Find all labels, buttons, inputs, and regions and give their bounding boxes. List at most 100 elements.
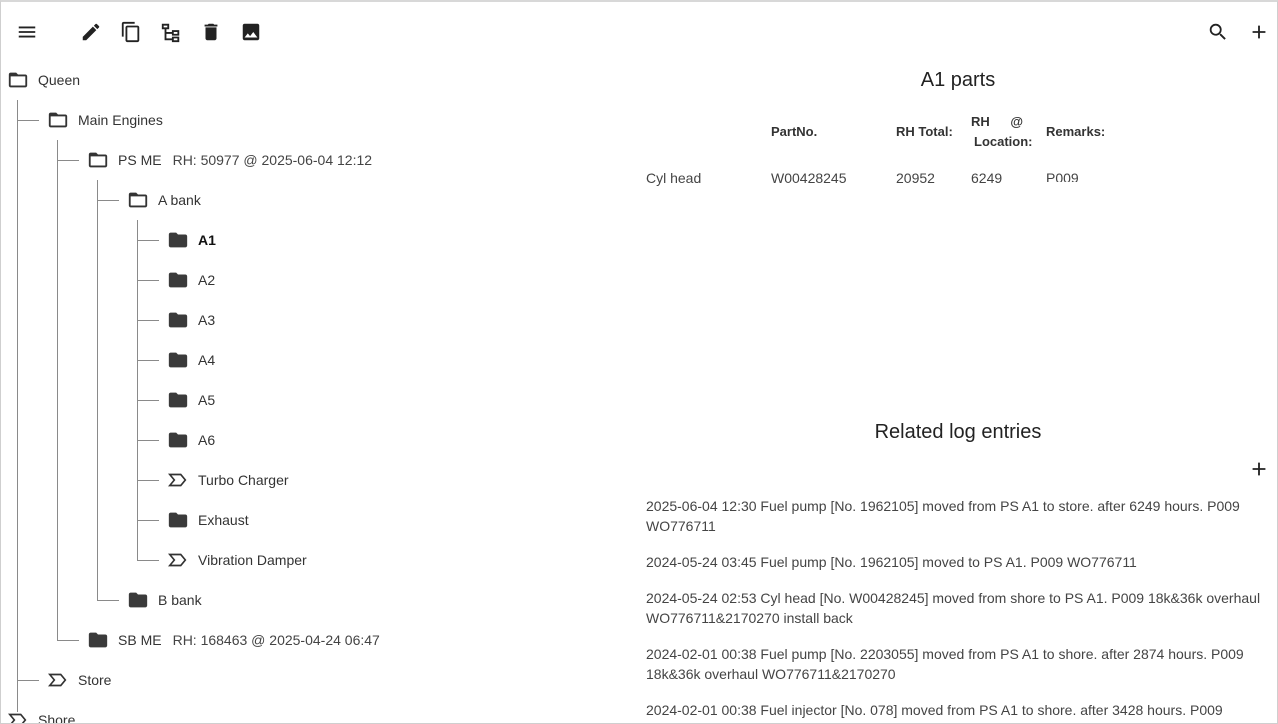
- tree-node-label: A bank: [158, 192, 201, 208]
- tree-node-store[interactable]: Store: [47, 668, 111, 692]
- folder-icon: [167, 389, 189, 411]
- label-outline-icon: [7, 709, 29, 723]
- tree-line: [57, 160, 79, 161]
- column-header-rh-text: RH: [971, 114, 990, 129]
- tree-line: [137, 400, 159, 401]
- folder-outline-icon: [127, 189, 149, 211]
- tree-node-vibration-damper[interactable]: Vibration Damper: [167, 548, 307, 572]
- column-header-remarks: Remarks:: [1046, 124, 1106, 139]
- tree-line: [17, 120, 39, 121]
- running-hours-text: RH: 50977 @ 2025-06-04 12:12: [172, 152, 373, 168]
- image-icon[interactable]: [239, 20, 263, 44]
- folder-icon: [127, 589, 149, 611]
- folder-icon: [87, 629, 109, 651]
- column-header-at-text: @: [1010, 114, 1024, 129]
- tree-line: [137, 220, 138, 560]
- folder-icon: [167, 349, 189, 371]
- tree-node-label: A3: [198, 312, 216, 328]
- remarks-cell: P009: [1046, 170, 1079, 182]
- edit-icon[interactable]: [79, 20, 103, 44]
- tree-node-label: B bank: [158, 592, 202, 608]
- tree-node-turbo-charger[interactable]: Turbo Charger: [167, 468, 289, 492]
- tree-line: [17, 680, 39, 681]
- tree-node-label: SB ME: [118, 632, 162, 648]
- tree-node-label: PS ME: [118, 152, 162, 168]
- search-icon[interactable]: [1206, 20, 1230, 44]
- tree-node-sb-me[interactable]: SB ME RH: 168463 @ 2025-04-24 06:47: [87, 628, 380, 652]
- tree-node-b-bank[interactable]: B bank: [127, 588, 202, 612]
- tree-line: [137, 360, 159, 361]
- column-header-location-text: Location:: [974, 134, 1033, 149]
- column-header-rh-total: RH Total:: [896, 124, 953, 139]
- tree-line: [137, 320, 159, 321]
- tree-node-a3[interactable]: A3: [167, 308, 215, 332]
- tree-node-label: Shore: [38, 712, 76, 724]
- menu-icon[interactable]: [15, 20, 39, 44]
- running-hours-text: RH: 168463 @ 2025-04-24 06:47: [172, 632, 380, 648]
- app-window: Queen Main Engines PS ME RH: 50977 @ 202…: [0, 0, 1278, 724]
- folder-outline-icon: [87, 149, 109, 171]
- log-entry[interactable]: 2024-05-24 02:53 Cyl head [No. W00428245…: [646, 588, 1271, 628]
- folder-outline-icon: [47, 109, 69, 131]
- folder-icon: [167, 429, 189, 451]
- folder-icon: [167, 229, 189, 251]
- tree-node-a1[interactable]: A1: [167, 228, 216, 252]
- folder-icon: [167, 269, 189, 291]
- add-log-icon[interactable]: [1247, 457, 1271, 481]
- tree-node-queen[interactable]: Queen: [7, 68, 80, 92]
- tree-node-a2[interactable]: A2: [167, 268, 215, 292]
- tree-line: [97, 180, 98, 600]
- log-entry[interactable]: 2024-05-24 03:45 Fuel pump [No. 1962105]…: [646, 552, 1271, 572]
- tree-line: [137, 480, 159, 481]
- column-header-rh-location: RH @: [971, 112, 1023, 132]
- tree-node-label: Store: [78, 672, 112, 688]
- tree-line: [57, 140, 58, 640]
- log-entry[interactable]: 2024-02-01 00:38 Fuel pump [No. 2203055]…: [646, 644, 1271, 684]
- add-icon[interactable]: [1247, 20, 1271, 44]
- tree-node-shore[interactable]: Shore: [7, 708, 76, 724]
- tree-node-label: Main Engines: [78, 112, 163, 128]
- parts-title: A1 parts: [920, 69, 996, 91]
- log-entry[interactable]: 2025-06-04 12:30 Fuel pump [No. 1962105]…: [646, 496, 1271, 536]
- tree-node-label: A6: [198, 432, 216, 448]
- tree-line: [137, 440, 159, 441]
- label-outline-icon: [167, 469, 189, 491]
- column-header-partno: PartNo.: [771, 124, 818, 139]
- tree-line: [137, 520, 159, 521]
- tree-node-label: Turbo Charger: [198, 472, 289, 488]
- tree-line: [17, 100, 18, 712]
- tree-line: [57, 640, 79, 641]
- rh-total-cell: 20952: [896, 170, 935, 186]
- tree-node-label: Exhaust: [198, 512, 249, 528]
- delete-icon[interactable]: [199, 20, 223, 44]
- tree-node-main-engines[interactable]: Main Engines: [47, 108, 163, 132]
- folder-outline-icon: [7, 69, 29, 91]
- rh-location-cell: 6249: [971, 170, 1003, 186]
- tree-line: [97, 600, 119, 601]
- copy-icon[interactable]: [119, 20, 143, 44]
- tree-line: [137, 560, 159, 561]
- label-outline-icon: [167, 549, 189, 571]
- logs-title: Related log entries: [874, 421, 1042, 443]
- tree-node-label: Vibration Damper: [198, 552, 307, 568]
- tree-node-label: A2: [198, 272, 216, 288]
- tree-node-a4[interactable]: A4: [167, 348, 215, 372]
- tree-node-label: Queen: [38, 72, 81, 88]
- tree-node-a6[interactable]: A6: [167, 428, 215, 452]
- tree-node-label: A5: [198, 392, 216, 408]
- tree-line: [137, 280, 159, 281]
- label-outline-icon: [47, 669, 69, 691]
- log-entry[interactable]: 2024-02-01 00:38 Fuel injector [No. 078]…: [646, 700, 1271, 720]
- part-number-cell: W00428245: [771, 170, 847, 186]
- part-name-cell: Cyl head: [646, 170, 702, 186]
- tree-node-exhaust[interactable]: Exhaust: [167, 508, 249, 532]
- folder-icon: [167, 509, 189, 531]
- tree-node-a-bank[interactable]: A bank: [127, 188, 201, 212]
- tree-line: [137, 240, 159, 241]
- hierarchy-icon[interactable]: [159, 20, 183, 44]
- tree-node-label: A4: [198, 352, 216, 368]
- tree-node-a5[interactable]: A5: [167, 388, 215, 412]
- tree-line: [97, 200, 119, 201]
- folder-icon: [167, 309, 189, 331]
- tree-node-ps-me[interactable]: PS ME RH: 50977 @ 2025-06-04 12:12: [87, 148, 372, 172]
